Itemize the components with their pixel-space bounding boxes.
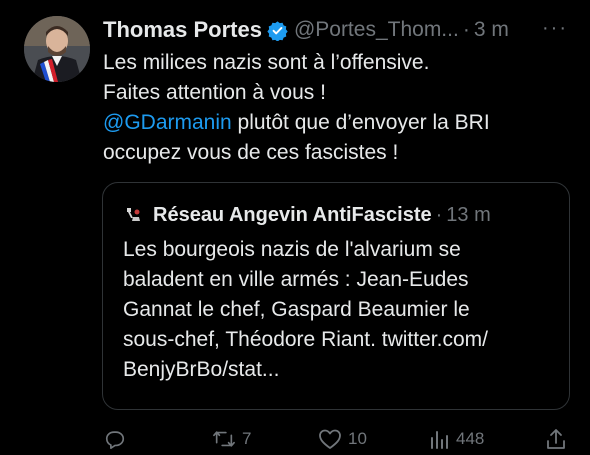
tweet-header: Thomas Portes @Portes_Thom... · 3 m [103, 13, 573, 47]
tweet-text-line: Les milices nazis sont à l’offensive. [103, 51, 430, 74]
quoted-text-line: Gannat le chef, Gaspard Beaumier le [123, 298, 470, 321]
avatar[interactable] [24, 16, 90, 82]
quoted-timestamp[interactable]: 13 m [446, 204, 490, 227]
quoted-tweet-text: Les bourgeois nazis de l'alvarium se bal… [123, 235, 553, 385]
mention-link[interactable]: @GDarmanin [103, 111, 232, 134]
quoted-text-line: BenjyBrBo/stat... [123, 358, 280, 381]
retweet-icon [212, 428, 236, 450]
retweet-button[interactable]: 7 [212, 424, 251, 454]
views-button[interactable]: 448 [428, 424, 484, 454]
quoted-display-name[interactable]: Réseau Angevin AntiFasciste [153, 204, 432, 227]
views-icon [428, 428, 450, 450]
quoted-tweet-header: Réseau Angevin AntiFasciste · 13 m [121, 201, 491, 229]
views-count: 448 [456, 429, 485, 448]
quoted-avatar[interactable] [121, 203, 145, 227]
separator-dot: · [435, 203, 443, 226]
display-name[interactable]: Thomas Portes [103, 17, 262, 43]
tweet[interactable]: Thomas Portes @Portes_Thom... · 3 m ··· … [0, 0, 590, 455]
tweet-text-line: @GDarmanin plutôt que d’envoyer la BRI [103, 108, 573, 138]
tweet-text-segment: plutôt que d’envoyer la BRI [231, 111, 490, 134]
reply-icon [104, 428, 126, 450]
like-icon [318, 428, 342, 450]
tweet-text: Les milices nazis sont à l’offensive. Fa… [103, 48, 573, 168]
like-button[interactable]: 10 [318, 424, 367, 454]
tweet-text-line: Faites attention à vous ! [103, 81, 326, 104]
more-icon[interactable]: ··· [542, 13, 568, 43]
timestamp[interactable]: 3 m [474, 18, 509, 42]
retweet-count: 7 [242, 429, 252, 448]
reply-button[interactable] [104, 424, 132, 454]
action-bar: 7 10 448 [102, 424, 572, 454]
quoted-text-line: Les bourgeois nazis de l'alvarium se [123, 238, 461, 261]
separator-dot: · [462, 18, 470, 41]
quoted-text-line: baladent en ville armés : Jean-Eudes [123, 268, 469, 291]
quoted-tweet[interactable]: Réseau Angevin AntiFasciste · 13 m Les b… [102, 182, 570, 410]
share-button[interactable] [546, 424, 566, 454]
tweet-text-line: occupez vous de ces fascistes ! [103, 141, 399, 164]
handle[interactable]: @Portes_Thom... [294, 18, 459, 42]
share-icon [546, 428, 566, 450]
quoted-text-line: sous-chef, Théodore Riant. twitter.com/ [123, 328, 488, 351]
like-count: 10 [348, 429, 367, 448]
verified-badge-icon [267, 20, 288, 41]
